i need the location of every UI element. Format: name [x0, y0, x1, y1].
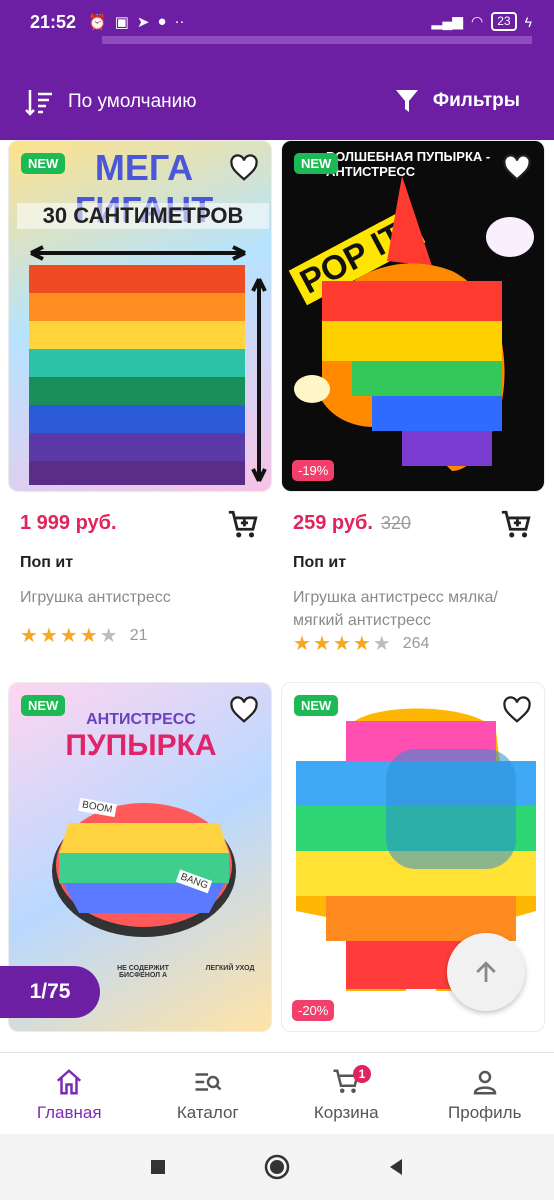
star-icon: ★: [79, 625, 98, 647]
product-card[interactable]: ВОЛШЕБНАЯ ПУПЫРКА - АНТИСТРЕСС POP IT! N…: [281, 140, 545, 654]
profile-icon: [473, 1070, 497, 1095]
nav-cart-label: Корзина: [313, 1103, 379, 1122]
battery-icon: 23: [491, 12, 517, 31]
more-notifications-icon: ··: [174, 13, 185, 30]
recent-apps-icon[interactable]: [148, 1157, 168, 1177]
nav-profile[interactable]: Профиль: [416, 1053, 554, 1134]
home-circle-icon[interactable]: [264, 1154, 290, 1180]
image-caption-2: 30 САНТИМЕТРОВ: [17, 203, 269, 229]
star-icon: ★: [352, 633, 371, 655]
star-icon: ★: [20, 625, 38, 647]
rating: ★ ★ ★ ★ ★ 264: [293, 634, 429, 654]
system-navigation-bar: [0, 1134, 554, 1200]
product-name: Поп ит: [20, 554, 74, 571]
star-icon: ★: [39, 625, 58, 647]
star-icon: ★: [293, 633, 311, 655]
product-image[interactable]: ВОЛШЕБНАЯ ПУПЫРКА - АНТИСТРЕСС POP IT! N…: [281, 140, 545, 492]
price-row: 1 999 руб.: [20, 510, 260, 538]
feature-easy-care: ЛЕГКИЙ УХОД: [205, 965, 255, 972]
nav-home[interactable]: Главная: [0, 1053, 139, 1134]
app-icon: ▣: [114, 14, 129, 31]
arrow-up-icon: [476, 961, 496, 982]
star-icon: ★: [372, 633, 391, 655]
discount-badge: -19%: [292, 460, 335, 481]
product-description: Игрушка антистресс мялка/ мягкий антистр…: [293, 589, 498, 629]
chat-icon: ●: [157, 13, 167, 30]
signal-icon: ▂▄▆: [431, 13, 463, 29]
feature-bpa-free: НЕ СОДЕРЖИТ БИСФЕНОЛ А: [117, 965, 169, 979]
product-name: Поп ит: [293, 554, 347, 571]
charging-icon: ϟ: [524, 13, 532, 30]
price: 259 руб.: [293, 512, 373, 534]
review-count: 264: [402, 635, 430, 652]
nav-profile-label: Профиль: [448, 1103, 522, 1122]
sort-filter-toolbar: По умолчанию Фильтры: [0, 44, 554, 140]
favorite-heart-icon[interactable]: [502, 153, 532, 183]
nav-catalog-label: Каталог: [176, 1103, 239, 1122]
new-badge: NEW: [294, 695, 339, 716]
product-description: Игрушка антистресс: [20, 589, 171, 606]
new-badge: NEW: [21, 153, 66, 174]
nav-catalog[interactable]: Каталог: [139, 1053, 278, 1134]
old-price: 320: [380, 513, 411, 533]
add-to-cart-icon[interactable]: [226, 508, 260, 542]
favorite-heart-icon[interactable]: [229, 695, 259, 725]
price: 1 999 руб.: [20, 512, 117, 534]
catalog-search-icon: [195, 1073, 222, 1091]
favorite-heart-icon[interactable]: [502, 695, 532, 725]
bottom-navigation: Главная Каталог 1 Корзина Профиль: [0, 1052, 554, 1134]
product-image[interactable]: МЕГА ГИГАНТ 30 САНТИМЕТРОВ NEW: [8, 140, 272, 492]
product-card[interactable]: МЕГА ГИГАНТ 30 САНТИМЕТРОВ NEW 1 999 руб…: [8, 140, 272, 646]
new-badge: NEW: [294, 153, 339, 174]
round-popit-illustration: [52, 803, 236, 937]
review-count: 21: [129, 627, 148, 644]
page-counter: 1/75: [0, 966, 100, 1018]
discount-badge: -20%: [292, 1000, 335, 1021]
home-icon: [57, 1069, 82, 1095]
popit-square-illustration: [29, 245, 267, 485]
filter-label: Фильтры: [432, 90, 520, 111]
status-time: 21:52: [30, 12, 77, 32]
unicorn-popit-illustration: [294, 176, 534, 471]
notification-icons: ⏰ ▣ ➤ ● ··: [88, 13, 185, 31]
filter-icon: [395, 90, 418, 112]
wifi-icon: ◠: [471, 13, 484, 29]
filter-button[interactable]: Фильтры: [395, 88, 520, 114]
star-icon: ★: [99, 625, 118, 647]
back-icon[interactable]: [386, 1157, 406, 1177]
favorite-heart-icon[interactable]: [229, 153, 259, 183]
alarm-icon: ⏰: [88, 14, 107, 31]
add-to-cart-icon[interactable]: [499, 508, 533, 542]
nav-home-label: Главная: [36, 1103, 102, 1122]
rating: ★ ★ ★ ★ ★ 21: [20, 626, 147, 646]
sort-label: По умолчанию: [68, 91, 197, 112]
nav-cart[interactable]: 1 Корзина: [277, 1053, 416, 1134]
new-badge: NEW: [21, 695, 66, 716]
telegram-icon: ➤: [136, 14, 150, 31]
cart-count-badge: 1: [353, 1065, 371, 1083]
sort-button[interactable]: По умолчанию: [24, 88, 197, 116]
system-icons: ▂▄▆ ◠ 23 ϟ: [432, 12, 532, 31]
price-row: 259 руб. 320: [293, 510, 533, 538]
star-icon: ★: [59, 625, 78, 647]
sort-icon: [25, 90, 52, 116]
star-icon: ★: [332, 633, 351, 655]
scroll-to-top-button[interactable]: [447, 933, 525, 1011]
star-icon: ★: [312, 633, 331, 655]
image-caption-2: ПУПЫРКА: [65, 729, 217, 762]
